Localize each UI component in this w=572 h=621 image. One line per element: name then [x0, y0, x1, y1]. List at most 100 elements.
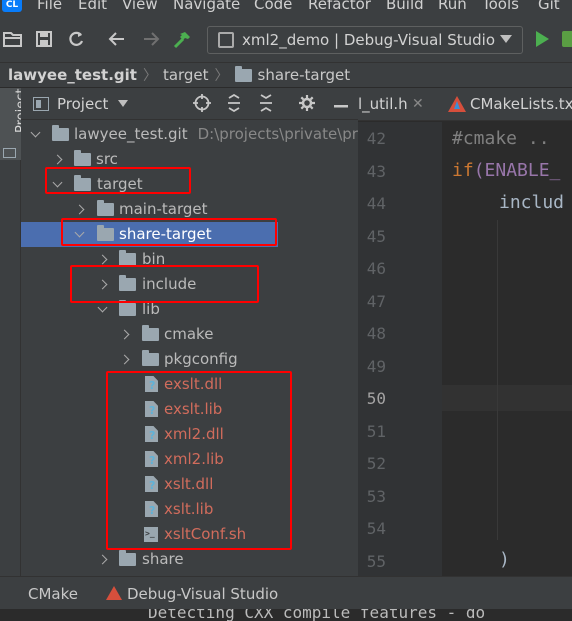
line-number: 42 — [366, 129, 386, 148]
line-number: 45 — [366, 227, 386, 246]
editor-gutter: 42 43 44 45 46 47 48 49 50 51 52 53 54 5… — [358, 122, 442, 576]
tree-node-root[interactable]: lawyee_test.git D:\projects\private\pro — [21, 122, 358, 147]
chevron-right-icon[interactable] — [119, 322, 131, 347]
menu-refactor[interactable]: Refactor — [308, 0, 371, 13]
code-line-43: if(ENABLE_ — [452, 160, 560, 181]
menu-edit[interactable]: Edit — [78, 0, 107, 13]
folder-icon — [119, 300, 136, 316]
folder-icon — [119, 550, 136, 566]
line-number: 48 — [366, 324, 386, 343]
folder-open-icon[interactable] — [2, 30, 24, 52]
close-icon[interactable]: ✕ — [412, 88, 424, 120]
menu-tools[interactable]: Tools — [482, 0, 519, 13]
tab-cmake[interactable]: CMake — [28, 577, 78, 611]
left-tool-strip: Project — [0, 88, 29, 576]
line-number: 46 — [366, 259, 386, 278]
code-line-44: includ — [499, 192, 565, 213]
project-panel-icon — [3, 148, 16, 158]
folder-icon — [142, 350, 159, 366]
tree-node-label: share — [142, 550, 184, 568]
breadcrumb-item-target[interactable]: target — [163, 66, 209, 84]
clion-app-icon[interactable]: CL — [2, 0, 22, 12]
console-line: Detecting CXX compile features - do — [148, 609, 486, 621]
breadcrumb-separator-icon: 〉 — [214, 68, 229, 84]
cmake-config-icon — [218, 32, 234, 48]
folder-icon — [52, 125, 69, 141]
current-line-highlight — [442, 385, 572, 411]
locate-target-icon[interactable] — [192, 94, 212, 114]
line-number: 52 — [366, 454, 386, 473]
folder-icon — [97, 200, 114, 216]
hide-panel-icon[interactable] — [331, 94, 351, 114]
breadcrumb: lawyee_test.git 〉 target 〉 share-target — [0, 62, 572, 88]
cmake-icon — [106, 586, 122, 600]
forward-arrow-icon[interactable] — [140, 30, 162, 52]
tree-node-label: lawyee_test.git D:\projects\private\pro — [74, 122, 358, 147]
tree-node-cmake[interactable]: cmake — [21, 322, 358, 347]
menu-bar: CL File Edit View Navigate Code Refactor… — [0, 0, 572, 18]
breadcrumb-separator-icon: 〉 — [142, 68, 157, 84]
run-config-label: xml2_demo | Debug-Visual Studio — [242, 31, 496, 49]
chevron-down-icon[interactable] — [118, 100, 129, 107]
line-number: 47 — [366, 292, 386, 311]
code-condition: (ENABLE_ — [473, 160, 561, 181]
tab-util-header[interactable]: l_util.h — [358, 88, 408, 120]
menu-view[interactable]: View — [122, 0, 158, 13]
sync-icon[interactable] — [65, 30, 87, 52]
folder-icon — [234, 65, 252, 82]
tree-node-label: cmake — [164, 325, 214, 343]
project-panel-header: Project — [21, 88, 358, 120]
menu-git[interactable]: Git — [538, 0, 560, 13]
project-panel-title[interactable]: Project — [57, 95, 108, 113]
cmake-icon — [448, 96, 466, 112]
run-icon[interactable] — [536, 31, 549, 47]
annotation-box-share-target — [61, 218, 277, 246]
code-keyword-if: if — [452, 160, 474, 181]
annotation-box-include — [70, 265, 259, 303]
breadcrumb-item-share-target[interactable]: share-target — [258, 66, 351, 84]
line-number: 54 — [366, 519, 386, 538]
line-number: 49 — [366, 357, 386, 376]
tree-node-pkgconfig[interactable]: pkgconfig — [21, 347, 358, 372]
breadcrumb-root[interactable]: lawyee_test.git — [8, 66, 137, 84]
tree-node-label: pkgconfig — [164, 350, 238, 368]
tree-node-share[interactable]: share — [21, 547, 358, 572]
folder-icon — [142, 325, 159, 341]
chevron-right-icon[interactable] — [97, 547, 109, 572]
build-hammer-icon[interactable] — [171, 30, 193, 52]
gear-icon[interactable] — [297, 94, 317, 114]
menu-navigate[interactable]: Navigate — [173, 0, 240, 13]
menu-build[interactable]: Build — [386, 0, 424, 13]
cmake-console-output[interactable]: Detecting CXX compile features - do — [0, 609, 572, 621]
indent-guide — [497, 220, 498, 540]
folder-icon — [74, 150, 91, 166]
chevron-down-icon[interactable] — [30, 122, 42, 147]
expand-all-icon[interactable] — [224, 93, 244, 114]
chevron-right-icon[interactable] — [119, 347, 131, 372]
back-arrow-icon[interactable] — [106, 30, 128, 52]
annotation-box-target — [45, 167, 191, 194]
menu-code[interactable]: Code — [254, 0, 292, 13]
project-view-icon — [33, 96, 49, 111]
line-number: 55 — [366, 552, 386, 571]
run-configuration-selector[interactable]: xml2_demo | Debug-Visual Studio — [207, 26, 523, 54]
chevron-down-icon — [500, 35, 512, 43]
line-number: 43 — [366, 162, 386, 181]
tab-cmakelists[interactable]: CMakeLists.txt — [470, 88, 572, 120]
code-line-42: #cmake .. — [452, 128, 550, 149]
tab-debug-visual-studio[interactable]: Debug-Visual Studio — [127, 577, 278, 611]
menu-file[interactable]: File — [37, 0, 62, 13]
menu-run[interactable]: Run — [438, 0, 467, 13]
line-number: 44 — [366, 194, 386, 213]
code-line-55: ) — [499, 549, 510, 570]
code-editor[interactable]: #cmake .. if(ENABLE_ includ ) — [442, 122, 572, 576]
save-icon[interactable] — [33, 30, 55, 52]
line-number-current: 50 — [366, 389, 386, 408]
line-number: 53 — [366, 487, 386, 506]
bottom-tool-tabs: CMake Debug-Visual Studio — [0, 576, 572, 609]
annotation-box-lib-files — [106, 371, 292, 550]
root-path: D:\projects\private\pro — [197, 125, 358, 143]
collapse-all-icon[interactable] — [256, 94, 276, 114]
root-name: lawyee_test.git — [74, 125, 188, 143]
debug-icon[interactable] — [562, 31, 572, 47]
